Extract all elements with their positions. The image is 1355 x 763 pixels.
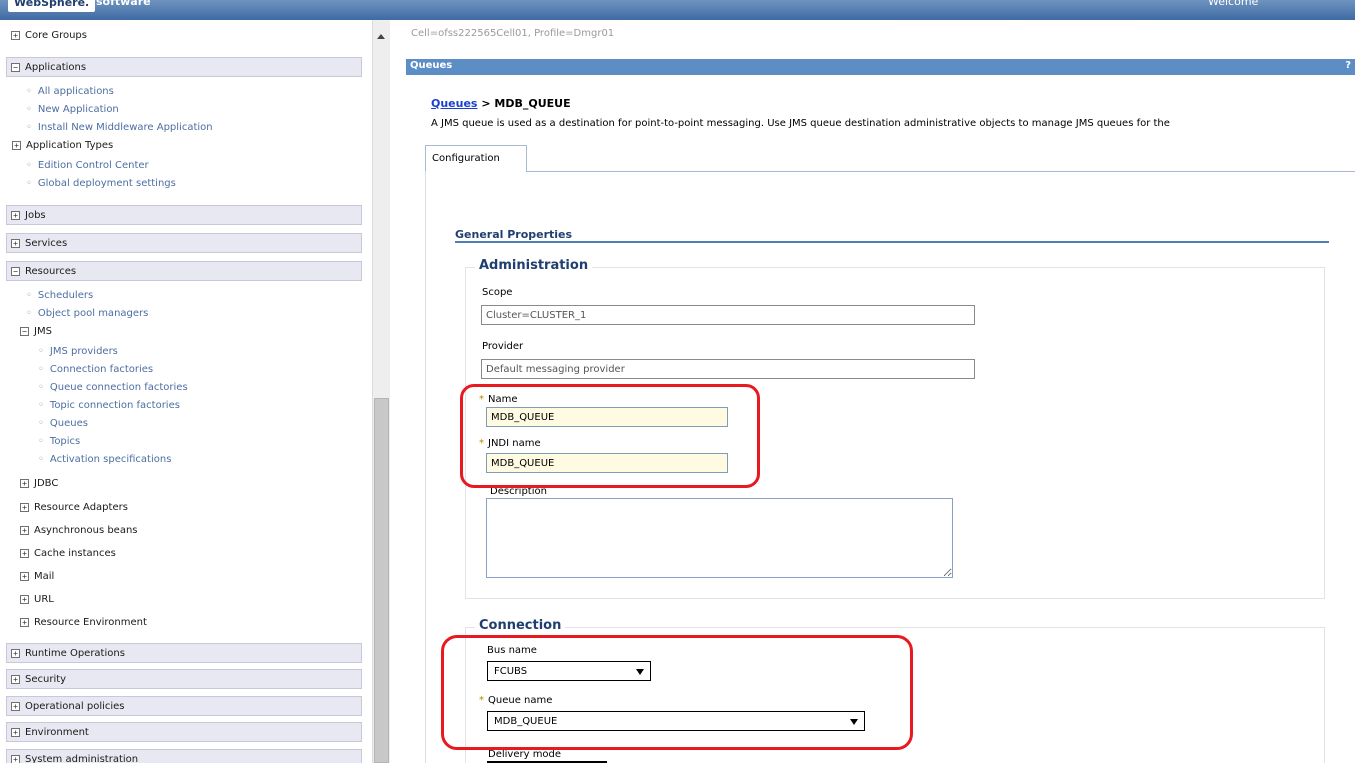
page-description: A JMS queue is used as a destination for…: [431, 118, 1170, 129]
scope-label: Scope: [482, 287, 513, 298]
nav-item-edition-control-center[interactable]: ◦ Edition Control Center: [26, 160, 149, 171]
required-marker-icon: *: [479, 695, 484, 706]
navigation-tree: + Core Groups − Applications ◦ All applic…: [0, 20, 370, 763]
dropdown-arrow-icon: [636, 669, 644, 675]
administration-legend: Administration: [475, 258, 593, 273]
nav-group-asynchronous-beans[interactable]: + Asynchronous beans: [20, 525, 138, 536]
expand-icon[interactable]: +: [11, 727, 20, 737]
expand-icon[interactable]: +: [11, 754, 20, 763]
bus-name-select[interactable]: FCUBS: [487, 661, 651, 681]
expand-icon[interactable]: +: [11, 648, 20, 658]
nav-section-runtime-operations[interactable]: + Runtime Operations: [6, 643, 362, 663]
nav-item-new-application[interactable]: ◦ New Application: [26, 104, 119, 115]
name-field[interactable]: [486, 407, 728, 427]
provider-label: Provider: [482, 341, 524, 352]
expand-icon[interactable]: +: [11, 210, 20, 220]
required-marker-icon: *: [479, 394, 484, 405]
provider-field[interactable]: [481, 359, 975, 379]
nav-item-schedulers[interactable]: ◦ Schedulers: [26, 290, 93, 301]
description-textarea[interactable]: [486, 498, 953, 578]
top-banner: WebSphere. software Welcome: [0, 0, 1355, 20]
expand-icon[interactable]: +: [12, 141, 21, 150]
expand-icon[interactable]: +: [20, 526, 29, 535]
scroll-up-arrow-icon[interactable]: [377, 34, 385, 39]
dropdown-arrow-icon: [850, 719, 858, 725]
jndi-name-label: * JNDI name: [479, 438, 541, 449]
breadcrumb-current: MDB_QUEUE: [494, 97, 571, 110]
expand-icon[interactable]: +: [20, 503, 29, 512]
nav-section-core-groups[interactable]: + Core Groups: [6, 25, 362, 45]
general-properties-heading: General Properties: [455, 228, 573, 241]
expand-icon[interactable]: +: [20, 595, 29, 604]
expand-icon[interactable]: +: [20, 479, 29, 488]
tab-divider: [527, 171, 1355, 172]
tab-panel-border: [425, 171, 426, 763]
description-label: Description: [490, 486, 547, 497]
nav-section-system-administration[interactable]: + System administration: [6, 749, 362, 763]
jndi-name-field[interactable]: [486, 453, 728, 473]
nav-item-global-deployment[interactable]: ◦ Global deployment settings: [26, 178, 176, 189]
nav-item-topics[interactable]: ◦ Topics: [38, 436, 80, 447]
tab-configuration[interactable]: Configuration: [425, 145, 527, 172]
bus-name-label: Bus name: [487, 645, 537, 656]
required-marker-icon: *: [479, 438, 484, 449]
help-icon[interactable]: ?: [1345, 60, 1351, 71]
expand-icon[interactable]: +: [11, 701, 20, 711]
nav-group-jms[interactable]: − JMS: [20, 326, 52, 337]
panel-title: Queues: [410, 60, 453, 71]
nav-section-jobs[interactable]: + Jobs: [6, 205, 362, 225]
nav-item-queue-connection-factories[interactable]: ◦ Queue connection factories: [38, 382, 188, 393]
connection-legend: Connection: [475, 618, 566, 633]
breadcrumb-link-queues[interactable]: Queues: [431, 97, 477, 110]
expand-icon[interactable]: +: [11, 238, 20, 248]
nav-section-security[interactable]: + Security: [6, 669, 362, 689]
nav-section-environment[interactable]: + Environment: [6, 722, 362, 742]
breadcrumb: Queues > MDB_QUEUE: [431, 97, 571, 110]
queue-name-select[interactable]: MDB_QUEUE: [487, 711, 865, 731]
nav-item-object-pool-managers[interactable]: ◦ Object pool managers: [26, 308, 148, 319]
welcome-text: Welcome: [1208, 0, 1259, 8]
nav-group-jdbc[interactable]: + JDBC: [20, 478, 58, 489]
nav-section-resources[interactable]: − Resources: [6, 261, 362, 281]
name-label: * Name: [479, 394, 518, 405]
nav-item-queues[interactable]: ◦ Queues: [38, 418, 88, 429]
collapse-icon[interactable]: −: [11, 62, 20, 72]
websphere-logo: WebSphere.: [8, 0, 96, 12]
nav-group-resource-adapters[interactable]: + Resource Adapters: [20, 502, 128, 513]
nav-group-application-types[interactable]: + Application Types: [12, 140, 113, 151]
panel-title-bar: Queues ?: [406, 59, 1355, 75]
expand-icon[interactable]: +: [11, 30, 20, 40]
nav-group-url[interactable]: + URL: [20, 594, 54, 605]
expand-icon[interactable]: +: [20, 549, 29, 558]
nav-item-activation-specifications[interactable]: ◦ Activation specifications: [38, 454, 171, 465]
nav-section-operational-policies[interactable]: + Operational policies: [6, 696, 362, 716]
nav-group-cache-instances[interactable]: + Cache instances: [20, 548, 116, 559]
nav-group-resource-environment[interactable]: + Resource Environment: [20, 617, 147, 628]
scroll-thumb[interactable]: [374, 398, 389, 763]
logo-software-text: software: [96, 0, 151, 8]
nav-item-connection-factories[interactable]: ◦ Connection factories: [38, 364, 153, 375]
cell-profile-info: Cell=ofss222565Cell01, Profile=Dmgr01: [411, 28, 615, 39]
collapse-icon[interactable]: −: [20, 327, 29, 336]
nav-item-topic-connection-factories[interactable]: ◦ Topic connection factories: [38, 400, 180, 411]
collapse-icon[interactable]: −: [11, 266, 20, 276]
scope-field[interactable]: [481, 305, 975, 325]
nav-group-mail[interactable]: + Mail: [20, 571, 54, 582]
nav-item-all-applications[interactable]: ◦ All applications: [26, 86, 114, 97]
queue-name-label: * Queue name: [479, 695, 553, 706]
nav-section-services[interactable]: + Services: [6, 233, 362, 253]
nav-scrollbar[interactable]: [372, 20, 390, 763]
expand-icon[interactable]: +: [20, 572, 29, 581]
nav-item-jms-providers[interactable]: ◦ JMS providers: [38, 346, 118, 357]
general-properties-divider: [455, 241, 1329, 243]
breadcrumb-separator: >: [477, 97, 495, 110]
nav-item-install-middleware[interactable]: ◦ Install New Middleware Application: [26, 122, 213, 133]
expand-icon[interactable]: +: [11, 674, 20, 684]
connection-fieldset: [465, 627, 1325, 763]
delivery-mode-label: Delivery mode: [488, 749, 562, 760]
expand-icon[interactable]: +: [20, 618, 29, 627]
nav-section-applications[interactable]: − Applications: [6, 57, 362, 77]
